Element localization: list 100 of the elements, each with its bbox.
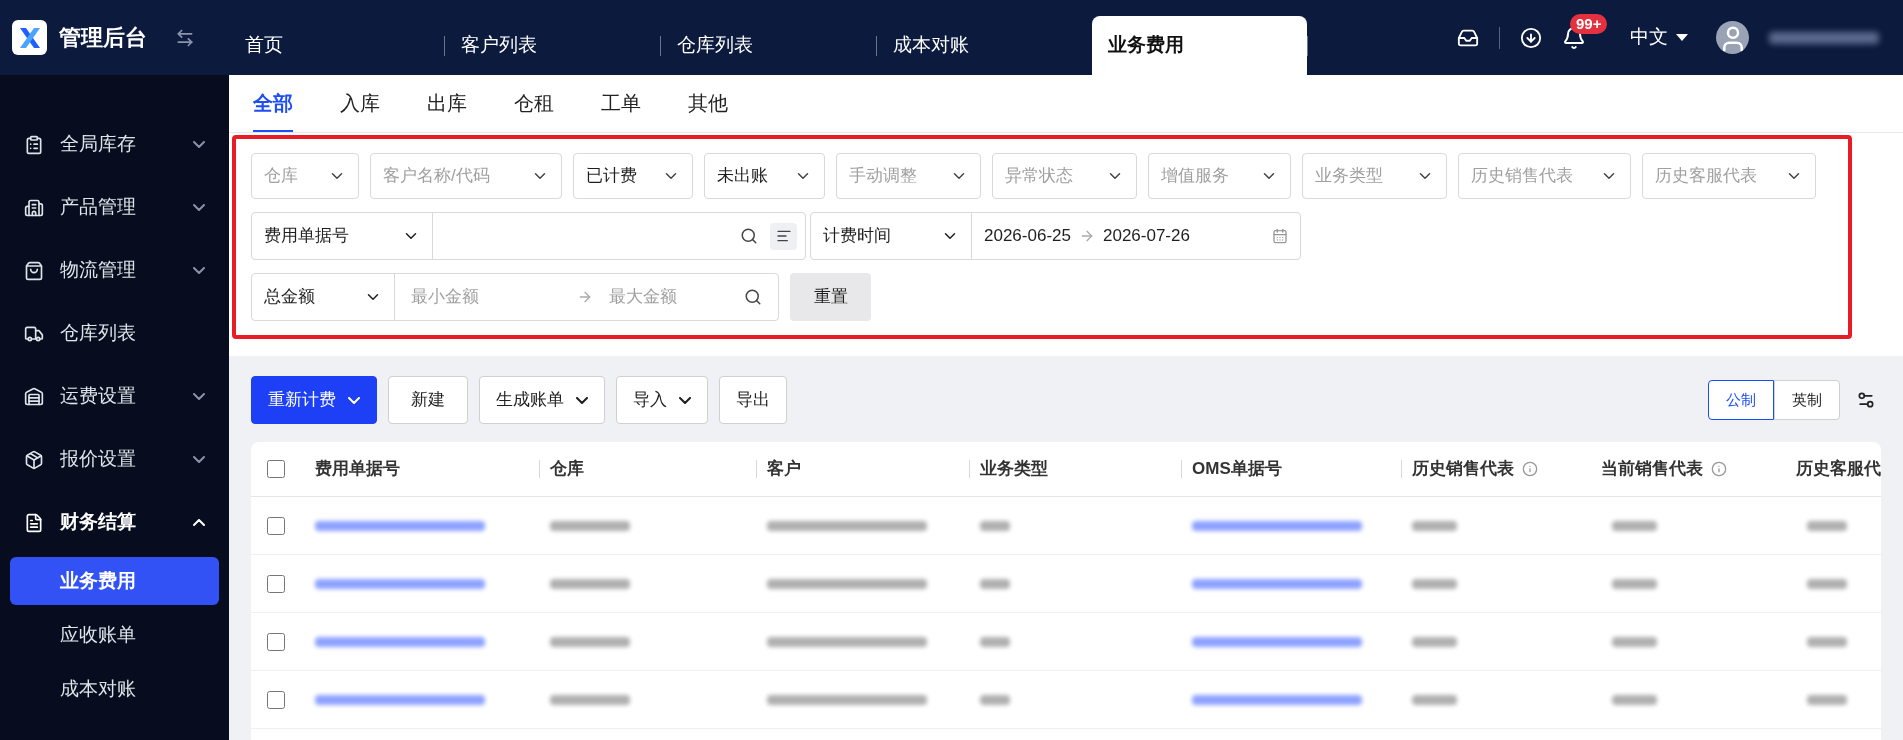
field-select[interactable]: 计费时间	[823, 223, 891, 249]
info-icon[interactable]	[1711, 461, 1727, 477]
info-icon[interactable]	[1522, 461, 1538, 477]
blurred-text	[980, 578, 1010, 589]
column-header: 历史销售代表	[1412, 458, 1514, 481]
app-title: 管理后台	[59, 24, 147, 52]
chevron-down-icon	[348, 396, 360, 404]
caret-icon	[1676, 33, 1688, 42]
page-tab[interactable]: 业务费用	[1092, 16, 1307, 75]
select-field[interactable]: 未出账	[704, 153, 825, 199]
row-checkbox[interactable]	[267, 516, 285, 535]
toolbar-button[interactable]: 新建	[388, 376, 468, 424]
chevron-down-icon	[193, 267, 205, 274]
menu-icon	[24, 386, 44, 407]
calendar-icon[interactable]	[1272, 228, 1288, 244]
blurred-text	[1807, 694, 1847, 705]
blurred-text	[1807, 520, 1847, 531]
toolbar-button[interactable]: 导出	[719, 376, 787, 424]
sidebar-subitem[interactable]: 业务费用	[10, 557, 219, 605]
menu-icon	[24, 449, 44, 470]
max-amount-input[interactable]: 最大金额	[609, 284, 719, 310]
category-tab[interactable]: 仓租	[514, 75, 554, 132]
category-tab[interactable]: 入库	[340, 75, 380, 132]
blurred-text	[1612, 520, 1657, 531]
field-select[interactable]: 费用单据号	[264, 223, 349, 249]
multiline-icon[interactable]	[770, 222, 797, 250]
unit-toggle[interactable]: 公制	[1708, 380, 1774, 420]
chevron-down-icon	[193, 141, 205, 148]
column-header: 客户	[767, 458, 801, 481]
date-range-field[interactable]: 计费时间 2026-06-25 2026-07-26	[810, 212, 1301, 260]
select-all-checkbox[interactable]	[267, 460, 285, 478]
min-amount-input[interactable]: 最小金额	[411, 284, 561, 310]
category-tab[interactable]: 工单	[601, 75, 641, 132]
row-checkbox[interactable]	[267, 632, 285, 651]
row-checkbox[interactable]	[267, 690, 285, 709]
toolbar-button[interactable]: 重新计费	[251, 376, 377, 424]
toolbar-button[interactable]: 导入	[616, 376, 708, 424]
select-field[interactable]: 已计费	[573, 153, 693, 199]
chevron-down-icon	[193, 393, 205, 400]
column-header: 历史客服代	[1796, 458, 1881, 481]
blurred-text	[1612, 694, 1657, 705]
page-tab[interactable]: 客户列表	[445, 16, 660, 75]
menu-icon	[24, 134, 44, 155]
chevron-down-icon	[193, 456, 205, 463]
blurred-text	[1612, 578, 1657, 589]
page-tab[interactable]: 仓库列表	[661, 16, 876, 75]
sidebar-item[interactable]: 财务结算	[0, 491, 229, 554]
sidebar-item[interactable]: 报价设置	[0, 428, 229, 491]
column-header: OMS单据号	[1192, 458, 1282, 481]
blurred-text	[980, 636, 1010, 647]
blurred-text	[1412, 636, 1457, 647]
blurred-text	[980, 520, 1010, 531]
unit-toggle[interactable]: 英制	[1774, 380, 1840, 420]
download-icon[interactable]	[1520, 26, 1542, 49]
collapse-icon[interactable]	[175, 27, 195, 48]
reset-button[interactable]: 重置	[790, 273, 871, 321]
row-checkbox[interactable]	[267, 574, 285, 593]
category-tab[interactable]: 出库	[427, 75, 467, 132]
amount-range-field[interactable]: 总金额 最小金额 最大金额	[251, 273, 779, 321]
column-header: 费用单据号	[315, 458, 400, 481]
blurred-text	[980, 694, 1010, 705]
doc-search-field[interactable]: 费用单据号	[251, 212, 806, 260]
notification-badge: 99+	[1570, 13, 1608, 34]
start-date[interactable]: 2026-06-25	[984, 223, 1071, 249]
logo-icon	[12, 20, 47, 55]
category-tab[interactable]: 全部	[253, 75, 293, 132]
chevron-up-icon	[193, 519, 205, 526]
category-tab[interactable]: 其他	[688, 75, 728, 132]
menu-icon	[24, 512, 44, 533]
search-icon[interactable]	[740, 227, 758, 245]
page-tab[interactable]: 首页	[229, 16, 444, 75]
blurred-text	[1412, 694, 1457, 705]
sidebar-subitem[interactable]: 应收账单	[10, 611, 219, 659]
sidebar-item[interactable]: 运费设置	[0, 365, 229, 428]
column-header: 当前销售代表	[1601, 458, 1703, 481]
blurred-text	[1412, 520, 1457, 531]
blurred-text	[1807, 578, 1847, 589]
language-selector[interactable]: 中文	[1630, 23, 1688, 52]
end-date[interactable]: 2026-07-26	[1102, 223, 1190, 249]
page-tab[interactable]: 成本对账	[877, 16, 1092, 75]
chevron-down-icon	[576, 396, 588, 404]
avatar-icon[interactable]	[1716, 21, 1749, 54]
sidebar-item[interactable]: 产品管理	[0, 176, 229, 239]
menu-icon	[24, 260, 44, 281]
chevron-down-icon	[679, 396, 691, 404]
sidebar-item[interactable]: 物流管理	[0, 239, 229, 302]
menu-icon	[24, 197, 44, 218]
chevron-down-icon	[193, 204, 205, 211]
sidebar-subitem[interactable]: 成本对账	[10, 665, 219, 713]
sidebar-item[interactable]: 全局库存	[0, 113, 229, 176]
blurred-text	[1612, 636, 1657, 647]
field-select[interactable]: 总金额	[264, 284, 315, 310]
column-header: 仓库	[550, 458, 584, 481]
blurred-text	[1412, 578, 1457, 589]
settings-icon[interactable]	[1856, 390, 1876, 410]
search-icon[interactable]	[744, 288, 762, 306]
toolbar-button[interactable]: 生成账单	[479, 376, 605, 424]
column-header: 业务类型	[980, 458, 1048, 481]
blurred-text	[1807, 636, 1847, 647]
sidebar-item[interactable]: 仓库列表	[0, 302, 229, 365]
